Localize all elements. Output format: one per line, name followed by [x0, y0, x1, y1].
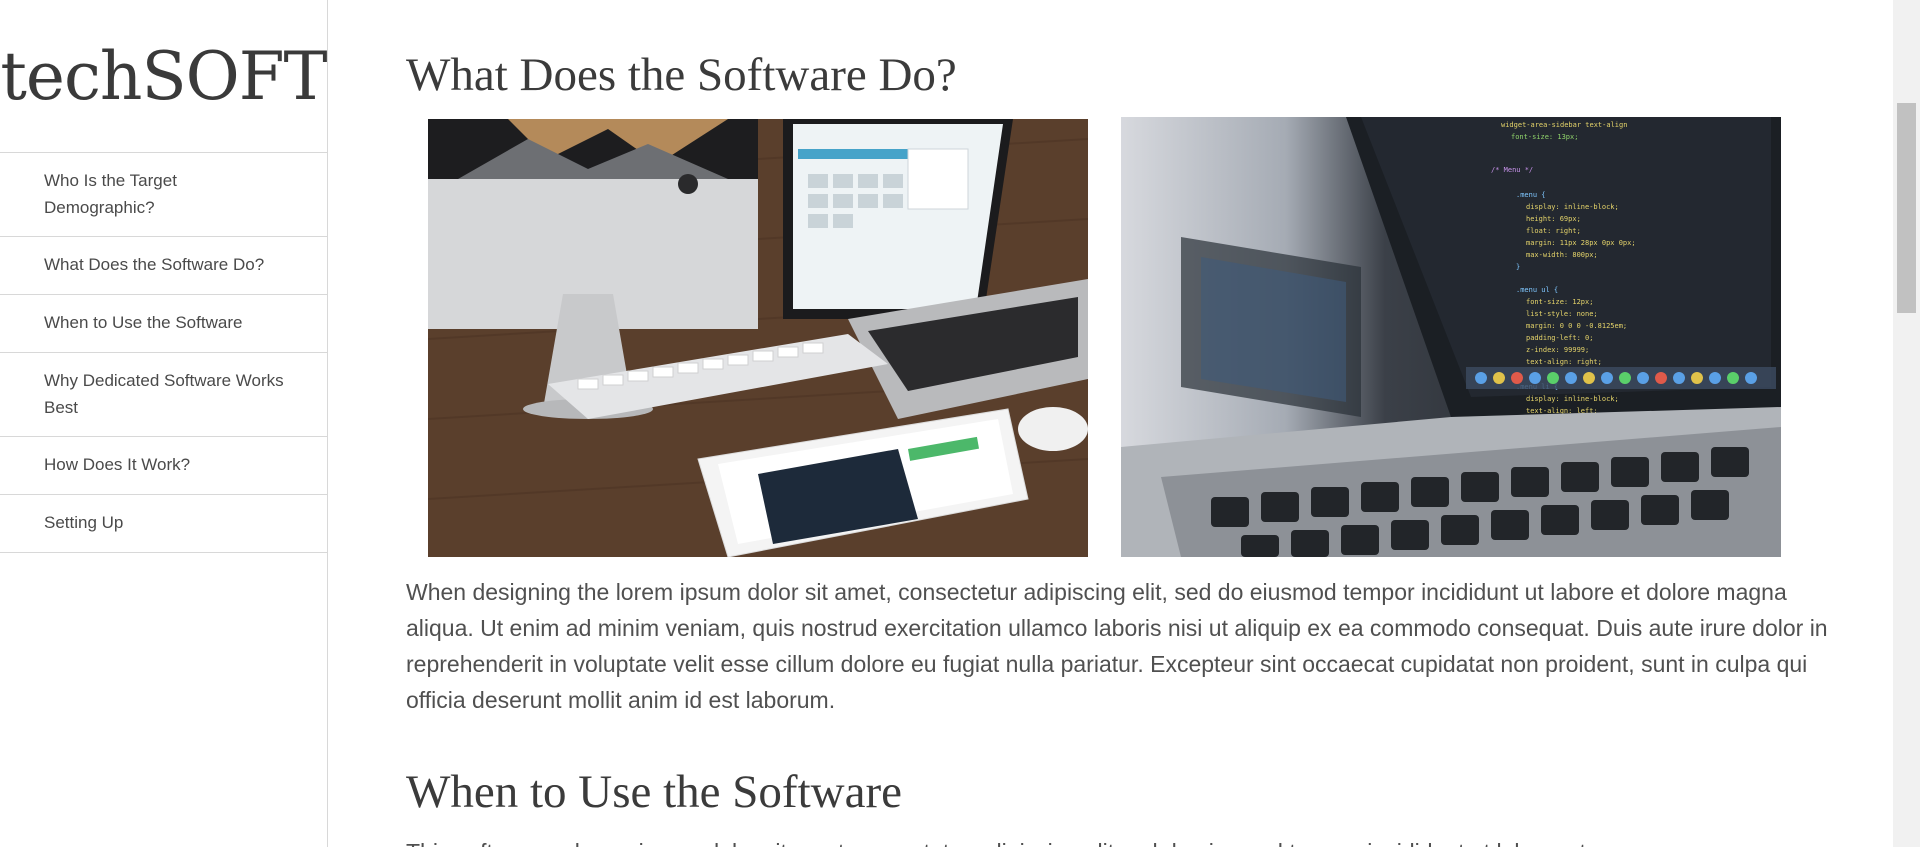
laptop-code-image: widget-area-sidebar text-align font-size…: [1121, 117, 1781, 557]
svg-text:font-size: 13px;: font-size: 13px;: [1511, 133, 1578, 141]
sidebar-item-when-to-use[interactable]: When to Use the Software: [0, 295, 327, 353]
sidebar-item-setting-up[interactable]: Setting Up: [0, 495, 327, 553]
sidebar: techSOFT Who Is the Target Demographic? …: [0, 0, 328, 847]
sidebar-item-why-dedicated[interactable]: Why Dedicated Software Works Best: [0, 353, 327, 437]
svg-text:widget-area-sidebar text-align: widget-area-sidebar text-align: [1501, 121, 1627, 129]
svg-text:display: inline-block;: display: inline-block;: [1526, 203, 1619, 211]
main-content: What Does the Software Do? widget-area-s…: [406, 0, 1852, 847]
svg-text:z-index: 99999;: z-index: 99999;: [1526, 346, 1589, 354]
svg-text:text-align: right;: text-align: right;: [1526, 358, 1602, 366]
sidebar-item-what-software-does[interactable]: What Does the Software Do?: [0, 237, 327, 295]
page-scrollbar[interactable]: [1893, 0, 1920, 847]
svg-text:list-style: none;: list-style: none;: [1526, 310, 1598, 318]
svg-text:.menu ul {: .menu ul {: [1516, 286, 1558, 294]
sidebar-item-target-demographic[interactable]: Who Is the Target Demographic?: [0, 153, 327, 237]
svg-text:max-width: 800px;: max-width: 800px;: [1526, 251, 1598, 259]
svg-text:margin: 11px 28px 0px 0px;: margin: 11px 28px 0px 0px;: [1526, 239, 1636, 247]
desk-devices-image: [428, 119, 1088, 557]
scrollbar-thumb[interactable]: [1897, 103, 1916, 313]
svg-text:display: inline-block;: display: inline-block;: [1526, 395, 1619, 403]
svg-text:.menu {: .menu {: [1516, 191, 1546, 199]
svg-text:margin: 0 0 0 -0.8125em;: margin: 0 0 0 -0.8125em;: [1526, 322, 1627, 330]
svg-text:/* Menu */: /* Menu */: [1491, 166, 1533, 174]
site-logo[interactable]: techSOFT: [0, 0, 328, 153]
sidebar-item-how-it-works[interactable]: How Does It Work?: [0, 437, 327, 495]
section-paragraph-when-to-use: This software ... lorem ipsum dolor sit …: [406, 834, 1852, 847]
svg-text:font-size: 12px;: font-size: 12px;: [1526, 298, 1593, 306]
section-paragraph-what-software-does: When designing the lorem ipsum dolor sit…: [406, 579, 1828, 713]
svg-text:float: right;: float: right;: [1526, 227, 1581, 235]
sidebar-nav: Who Is the Target Demographic? What Does…: [0, 153, 327, 553]
svg-text:padding-left: 0;: padding-left: 0;: [1526, 334, 1593, 342]
section-title-when-to-use: When to Use the Software: [406, 766, 902, 818]
section-title-what-software-does: What Does the Software Do?: [406, 49, 957, 101]
svg-text:height: 69px;: height: 69px;: [1526, 215, 1581, 223]
svg-text:}: }: [1516, 263, 1520, 271]
